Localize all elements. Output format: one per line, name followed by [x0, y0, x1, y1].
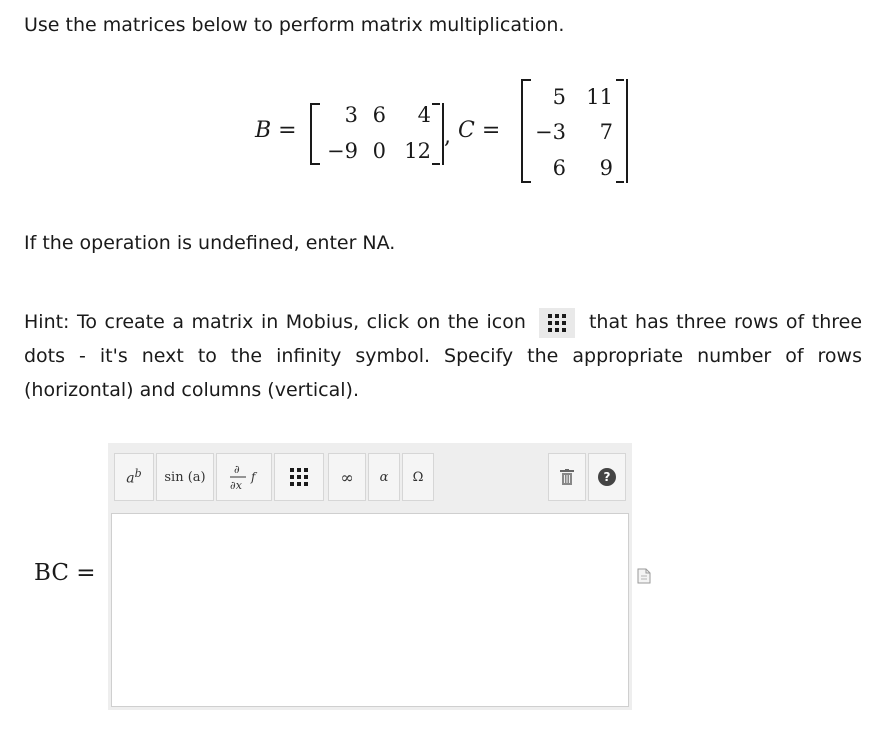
matrix-c-label: C =: [458, 118, 501, 143]
svg-text:∂: ∂: [234, 463, 240, 476]
derivative-button[interactable]: ∂ ∂x f: [216, 453, 272, 501]
partial-derivative-icon: ∂ ∂x f: [230, 463, 258, 492]
infinity-icon: ∞: [340, 467, 354, 487]
matrix-c-cell: 7: [599, 120, 613, 144]
editor-toolbar: ab sin (a) ∂ ∂x f ∞ α Ω ?: [108, 443, 632, 509]
greek-lower-button[interactable]: α: [368, 453, 400, 501]
math-editor: ab sin (a) ∂ ∂x f ∞ α Ω ?: [108, 443, 632, 710]
matrix-c-cell: −3: [535, 120, 566, 144]
greek-upper-button[interactable]: Ω: [402, 453, 434, 501]
hint-text-start: Hint: To create a matrix in Mobius, clic…: [24, 311, 526, 333]
svg-text:∂x: ∂x: [230, 479, 243, 492]
infinity-button[interactable]: ∞: [328, 453, 366, 501]
superscript-icon: ab: [126, 467, 142, 487]
document-icon[interactable]: [637, 568, 651, 584]
matrix-b-cell: 6: [372, 103, 386, 127]
function-button[interactable]: sin (a): [156, 453, 214, 501]
undefined-note: If the operation is undefined, enter NA.: [24, 232, 396, 254]
superscript-button[interactable]: ab: [114, 453, 154, 501]
matrix-c-cell: 5: [552, 85, 566, 109]
matrix-c-cell: 11: [586, 85, 613, 109]
answer-label: BC =: [34, 560, 96, 586]
matrix-c-cell: 9: [599, 156, 613, 180]
matrix-grid-icon: [539, 307, 576, 338]
matrix-b-cell: 4: [417, 103, 431, 127]
matrix-grid-icon: [290, 468, 308, 486]
alpha-icon: α: [379, 469, 389, 485]
trash-icon: [560, 469, 574, 485]
svg-text:f: f: [250, 470, 258, 484]
function-label: sin (a): [164, 469, 206, 485]
omega-icon: Ω: [412, 469, 424, 485]
matrix-separator: ,: [444, 124, 451, 149]
matrix-button[interactable]: [274, 453, 324, 501]
matrix-b-label: B =: [255, 118, 297, 143]
answer-input[interactable]: [111, 513, 629, 707]
clear-button[interactable]: [548, 453, 586, 501]
instruction-text: Use the matrices below to perform matrix…: [24, 14, 565, 36]
hint-text: Hint: To create a matrix in Mobius, clic…: [24, 305, 862, 407]
matrix-b-cell: 12: [404, 139, 431, 163]
matrix-b-cell: 0: [372, 139, 386, 163]
help-button[interactable]: ?: [588, 453, 626, 501]
matrix-c-cell: 6: [552, 156, 566, 180]
help-icon: ?: [598, 468, 616, 486]
